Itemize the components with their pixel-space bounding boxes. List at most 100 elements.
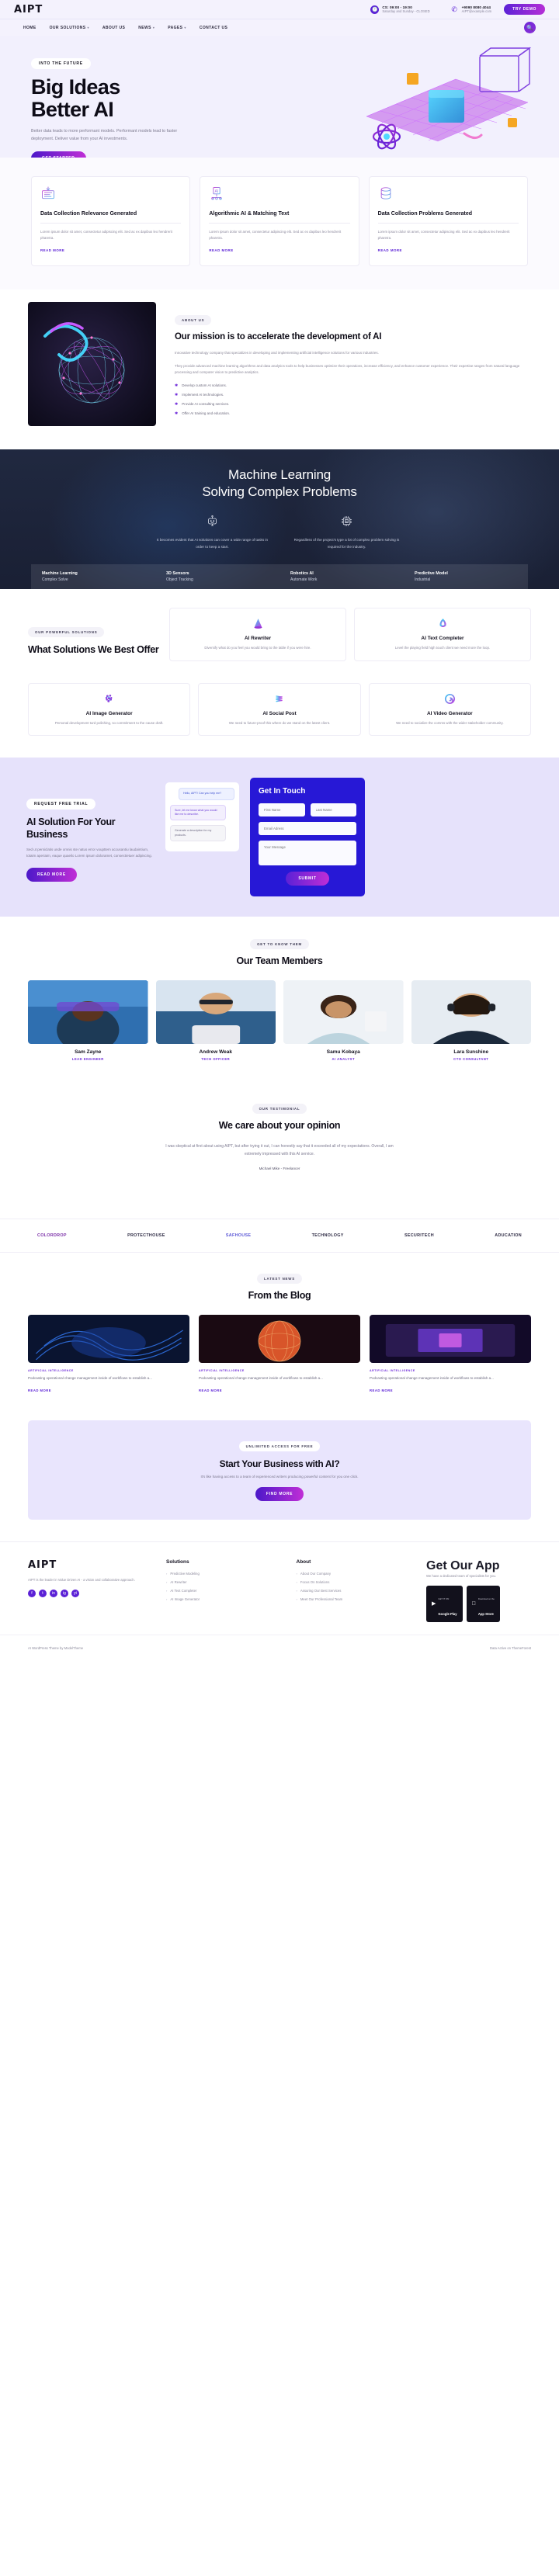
app-store-button[interactable]:  Download on the App Store — [466, 1586, 500, 1622]
read-more-link[interactable]: READ MORE — [370, 1389, 393, 1392]
find-more-button[interactable]: FIND MORE — [255, 1486, 304, 1501]
solution-card[interactable]: AI Rewriter Diversify what do you feel y… — [169, 607, 346, 661]
nav-item-home[interactable]: HOME — [23, 26, 36, 30]
page-root: AIPT 🕐 CS: 09:00 - 19:00 Saturday and Su… — [0, 0, 559, 1661]
bullet-text: Implement AI technologies. — [182, 393, 224, 397]
brand-logo[interactable]: SECURITECH — [404, 1233, 434, 1238]
footer-link[interactable]: › Meet Our Professional Team — [297, 1597, 413, 1601]
read-more-link[interactable]: READ MORE — [378, 248, 402, 252]
feature-card[interactable]: Data Collection Problems Generated Lorem… — [368, 176, 528, 266]
team-member[interactable]: Andrew Weak TECH OFFICER — [155, 980, 276, 1061]
read-more-link[interactable]: READ MORE — [199, 1389, 222, 1392]
brand-logo[interactable]: SAFHOUSE — [226, 1233, 251, 1238]
team-member[interactable]: Sam Zayne LEAD ENGINEER — [28, 980, 148, 1061]
nav-item-contact-us[interactable]: CONTACT US — [200, 26, 227, 30]
footer-logo[interactable]: AIPT — [28, 1559, 152, 1571]
try-demo-button[interactable]: TRY DEMO — [504, 4, 545, 15]
feature-card[interactable]: Data Collection Relevance Generated Lore… — [31, 176, 191, 266]
ml-stat-item[interactable]: Robotics AI Automate Work — [280, 564, 404, 589]
blog-post[interactable]: ARTIFICIAL INTELLIGENCE Podcasting opera… — [199, 1315, 360, 1395]
solution-card[interactable]: AI Image Generator Personal development … — [28, 682, 191, 737]
feature-card[interactable]: AI Algorithmic AI & Matching Text Lorem … — [200, 176, 359, 266]
post-title[interactable]: Podcasting operational change management… — [28, 1375, 189, 1382]
footer-link[interactable]: › Assuring Our Best Services — [297, 1589, 413, 1593]
solution-card[interactable]: AI Text Completer Level the playing fiel… — [354, 607, 531, 661]
footer-link[interactable]: › Focus On Solutions — [297, 1580, 413, 1584]
post-thumbnail — [199, 1315, 360, 1364]
member-name: Sam Zayne — [75, 1049, 102, 1056]
read-more-button[interactable]: READ MORE — [26, 868, 77, 882]
brand-logo[interactable]: PROTECTHOUSE — [127, 1233, 165, 1238]
site-logo[interactable]: AIPT — [14, 4, 43, 16]
nav-label: HOME — [23, 25, 36, 30]
brand-logo[interactable]: COLORDROP — [37, 1233, 67, 1238]
solutions-heading: OUR POWERFUL SOLUTIONS What Solutions We… — [28, 608, 160, 661]
solution-card[interactable]: AI Video Generator We need to socialize … — [368, 682, 531, 737]
email-input[interactable] — [259, 822, 356, 836]
brand-logo[interactable]: ADUCATION — [495, 1233, 522, 1238]
get-started-button[interactable]: GET STARTED — [31, 151, 86, 158]
footer-link[interactable]: › AI Text Completer — [166, 1589, 283, 1593]
list-item: ✱ Develop custom AI solutions. — [175, 383, 531, 388]
nav-item-news[interactable]: NEWS ▾ — [138, 26, 155, 30]
link-label: Assuring Our Best Services — [300, 1588, 342, 1593]
footer-column-title: Get Our App — [426, 1558, 500, 1572]
team-section: GET TO KNOW THEM Our Team Members Sam Za… — [0, 917, 559, 1082]
link-label: Predictive Modeling — [170, 1571, 200, 1576]
chat-bubble: Generate a description for my products. — [170, 825, 226, 842]
blog-post[interactable]: ARTIFICIAL INTELLIGENCE Podcasting opera… — [28, 1315, 189, 1395]
nav-item-pages[interactable]: PAGES ▾ — [168, 26, 186, 30]
post-category[interactable]: ARTIFICIAL INTELLIGENCE — [28, 1369, 189, 1372]
read-more-link[interactable]: READ MORE — [28, 1389, 51, 1392]
linkedin-icon[interactable]: in — [50, 1590, 57, 1598]
brand-logo[interactable]: TECHNOLOGY — [312, 1233, 344, 1238]
copyright-left: AI WordPress Theme by ModelTheme — [28, 1645, 84, 1650]
team-member[interactable]: Samu Kobaya AI ANALYST — [283, 980, 404, 1061]
robot-icon — [156, 515, 269, 530]
post-category[interactable]: ARTIFICIAL INTELLIGENCE — [199, 1369, 360, 1372]
last-name-input[interactable] — [310, 803, 356, 817]
mission-section: ABOUT US Our mission is to accelerate th… — [0, 289, 559, 449]
instagram-icon[interactable]: ig — [61, 1590, 68, 1598]
contact-info[interactable]: ✆ +9090 8080 4044 AIPT@example.com — [450, 5, 491, 14]
post-title[interactable]: Podcasting operational change management… — [370, 1375, 531, 1382]
testimonial-title: We care about your opinion — [218, 1120, 341, 1132]
footer-link[interactable]: › About Our Company — [297, 1572, 413, 1576]
team-member[interactable]: Lara Sunshine CTO CONSULTANT — [411, 980, 531, 1061]
footer-link[interactable]: › AI Image Generator — [166, 1597, 283, 1601]
nav-label: PAGES — [168, 25, 183, 30]
post-thumbnail — [28, 1315, 189, 1364]
nav-item-about-us[interactable]: ABOUT US — [102, 26, 125, 30]
youtube-icon[interactable]: yt — [71, 1590, 79, 1598]
solutions-row-2: AI Image Generator Personal development … — [0, 682, 559, 758]
submit-button[interactable]: SUBMIT — [286, 872, 329, 886]
twitter-icon[interactable]: t — [39, 1590, 47, 1598]
email-address[interactable]: AIPT@example.com — [462, 9, 491, 13]
search-icon[interactable]: 🔍 — [524, 22, 536, 33]
read-more-link[interactable]: READ MORE — [209, 248, 233, 252]
first-name-input[interactable] — [259, 803, 305, 817]
footer: AIPT AIPT is the leader in Value Driven … — [0, 1541, 559, 1622]
chevron-down-icon: ▾ — [184, 26, 186, 29]
ml-stat-item[interactable]: 3D Sensors Object Tracking — [155, 564, 280, 589]
read-more-link[interactable]: READ MORE — [40, 248, 64, 252]
mission-bullet-list: ✱ Develop custom AI solutions. ✱ Impleme… — [175, 383, 531, 416]
footer-link[interactable]: › Predictive Modeling — [166, 1572, 283, 1576]
facebook-icon[interactable]: f — [28, 1590, 36, 1598]
top-bar: AIPT 🕐 CS: 09:00 - 19:00 Saturday and Su… — [0, 0, 559, 19]
nav-item-our-solutions[interactable]: OUR SOLUTIONS ▾ — [50, 26, 89, 30]
blog-post[interactable]: ARTIFICIAL INTELLIGENCE Podcasting opera… — [370, 1315, 531, 1395]
team-title: Our Team Members — [236, 955, 323, 967]
ml-stat-item[interactable]: Machine Learning Complex Solve — [31, 564, 155, 589]
avatar — [411, 980, 531, 1045]
solution-title: AI Social Post — [262, 710, 297, 716]
post-title[interactable]: Podcasting operational change management… — [199, 1375, 360, 1382]
footer-column-title: Solutions — [166, 1558, 189, 1565]
solution-card[interactable]: AI Social Post We need to future-proof t… — [198, 682, 361, 737]
message-textarea[interactable] — [259, 841, 356, 866]
google-play-button[interactable]: ▶ GET IT ON Google Play — [426, 1586, 463, 1622]
footer-link[interactable]: › AI Rewriter — [166, 1580, 283, 1584]
post-category[interactable]: ARTIFICIAL INTELLIGENCE — [370, 1369, 531, 1372]
team-grid: Sam Zayne LEAD ENGINEER Andrew Weak TECH… — [0, 980, 559, 1061]
ml-stat-item[interactable]: Predictive Model Industrial — [404, 564, 528, 589]
